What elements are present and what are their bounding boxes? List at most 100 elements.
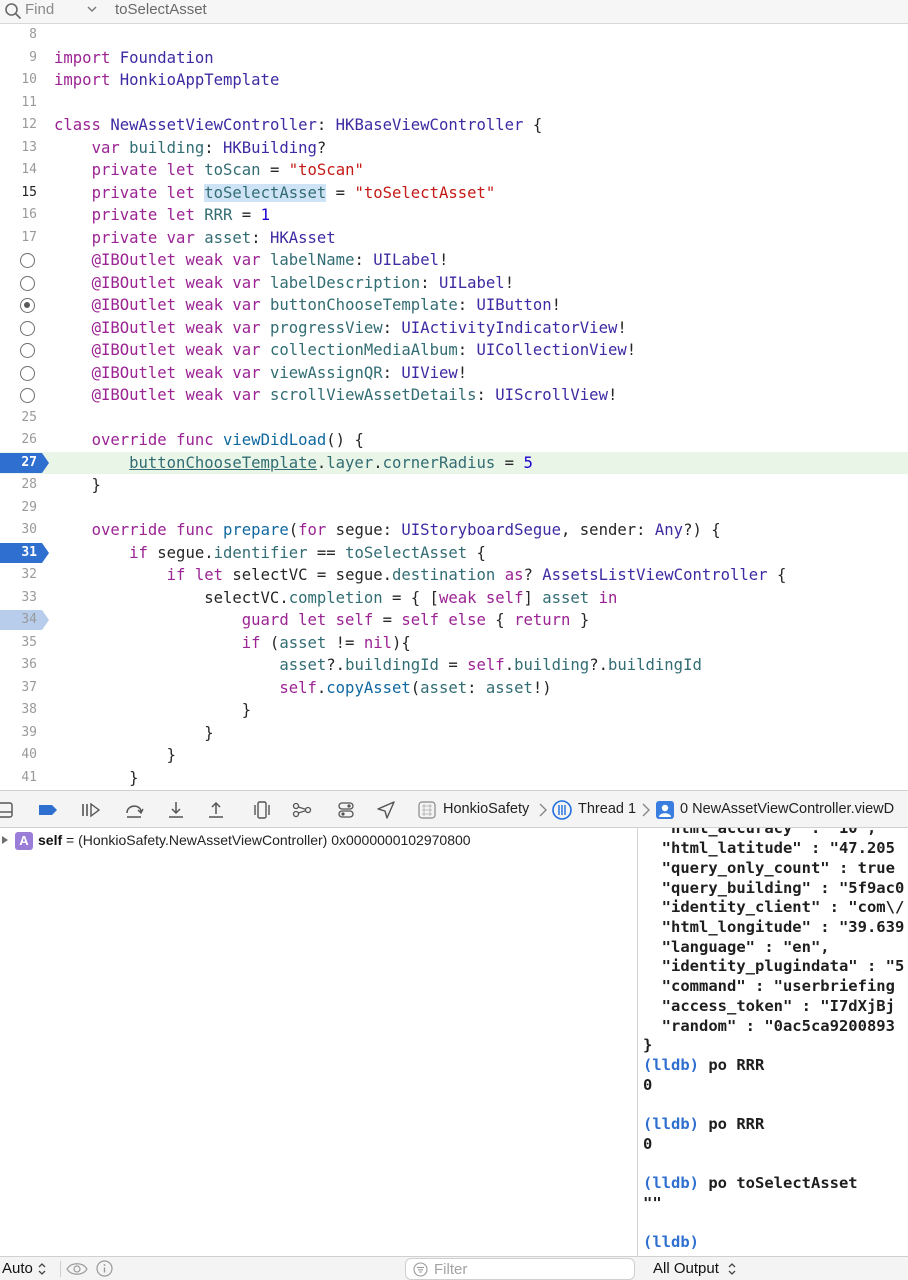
console-line: "identity_plugindata" : "5 xyxy=(643,957,905,975)
code-line[interactable]: 37 self.copyAsset(asset: asset!) xyxy=(0,677,908,700)
continue-icon[interactable] xyxy=(80,800,100,820)
code-text: private let RRR = 1 xyxy=(91,206,270,224)
outlet-connection-icon[interactable] xyxy=(20,365,35,381)
output-filter-popup[interactable]: All Output xyxy=(653,1257,719,1280)
find-mode-label[interactable]: Find xyxy=(25,0,54,20)
code-line[interactable]: 25 xyxy=(0,407,908,430)
code-text: override func viewDidLoad() { xyxy=(91,431,364,449)
breadcrumb-frame[interactable]: 0 NewAssetViewController.viewD xyxy=(680,791,894,828)
console-line: (lldb) po RRR xyxy=(643,1115,765,1133)
line-number: 11 xyxy=(21,94,37,110)
code-line[interactable]: 28 } xyxy=(0,474,908,497)
console-prompt[interactable]: (lldb) xyxy=(643,1232,699,1252)
code-line[interactable]: 14 private let toScan = "toScan" xyxy=(0,159,908,182)
outlet-connection-icon[interactable] xyxy=(20,298,35,313)
code-line[interactable]: 11 xyxy=(0,92,908,115)
disclosure-triangle-icon[interactable] xyxy=(2,836,8,844)
line-number: 33 xyxy=(21,589,37,605)
code-line[interactable]: 31 if segue.identifier == toSelectAsset … xyxy=(0,542,908,565)
code-line[interactable]: @IBOutlet weak var collectionMediaAlbum:… xyxy=(0,339,908,362)
search-icon[interactable] xyxy=(4,2,22,20)
code-text: private var asset: HKAsset xyxy=(91,228,336,247)
code-text: guard let self = self else { return } xyxy=(241,611,590,629)
code-line[interactable]: 40 } xyxy=(0,744,908,767)
chevron-down-icon[interactable] xyxy=(86,3,98,15)
hide-debug-area-icon[interactable] xyxy=(0,800,20,820)
code-text: @IBOutlet weak var labelName: UILabel! xyxy=(91,251,449,269)
breadcrumb-target[interactable]: HonkioSafety xyxy=(443,791,529,828)
console-line: "html_accuracy" : "10", xyxy=(643,828,877,837)
breakpoints-active-icon[interactable] xyxy=(38,800,58,820)
code-line[interactable]: 17 private var asset: HKAsset xyxy=(0,227,908,250)
code-text: import HonkioAppTemplate xyxy=(54,71,280,89)
code-text: var building: HKBuilding? xyxy=(91,138,327,157)
code-line[interactable]: @IBOutlet weak var scrollViewAssetDetail… xyxy=(0,384,908,407)
code-line[interactable]: 36 asset?.buildingId = self.building?.bu… xyxy=(0,654,908,677)
step-into-icon[interactable] xyxy=(166,800,186,820)
code-line[interactable]: 41 } xyxy=(0,767,908,790)
up-down-chevron-icon[interactable] xyxy=(37,1262,47,1276)
memory-graph-icon[interactable] xyxy=(292,800,312,820)
code-line[interactable]: 29 xyxy=(0,497,908,520)
code-line[interactable]: 13 var building: HKBuilding? xyxy=(0,137,908,160)
outlet-connection-icon[interactable] xyxy=(20,320,35,336)
find-bar: Find toSelectAsset xyxy=(0,0,908,24)
code-editor[interactable]: 8 9 import Foundation 10 import HonkioAp… xyxy=(0,24,908,790)
outlet-connection-icon[interactable] xyxy=(20,275,35,291)
breadcrumb-thread[interactable]: Thread 1 xyxy=(578,791,636,828)
code-line[interactable]: @IBOutlet weak var progressView: UIActiv… xyxy=(0,317,908,340)
code-line[interactable]: 30 override func prepare(for segue: UISt… xyxy=(0,519,908,542)
code-line[interactable]: 38 } xyxy=(0,699,908,722)
code-line[interactable]: 39 } xyxy=(0,722,908,745)
console-line: "html_longitude" : "39.639 xyxy=(643,918,905,936)
outlet-connection-icon[interactable] xyxy=(20,253,35,268)
find-input[interactable]: toSelectAsset xyxy=(115,0,207,20)
code-line-executing[interactable]: 27 buttonChooseTemplate.layer.cornerRadi… xyxy=(0,451,908,474)
code-line[interactable]: 35 if (asset != nil){ xyxy=(0,632,908,655)
eye-icon[interactable] xyxy=(66,1261,88,1277)
code-line[interactable]: @IBOutlet weak var buttonChooseTemplate:… xyxy=(0,294,908,317)
line-number: 14 xyxy=(21,162,37,177)
line-number: 13 xyxy=(21,139,37,155)
app-target-icon xyxy=(418,801,436,819)
code-line[interactable]: 8 xyxy=(0,24,908,47)
line-number: 39 xyxy=(21,724,37,740)
step-over-icon[interactable] xyxy=(124,800,144,820)
code-line[interactable]: @IBOutlet weak var viewAssignQR: UIView! xyxy=(0,362,908,385)
code-line[interactable]: 34 guard let self = self else { return } xyxy=(0,609,908,632)
code-line[interactable]: @IBOutlet weak var labelDescription: UIL… xyxy=(0,272,908,295)
info-icon[interactable] xyxy=(96,1260,113,1277)
code-text: if segue.identifier == toSelectAsset { xyxy=(129,543,486,562)
line-number: 16 xyxy=(21,207,37,222)
simulate-location-icon[interactable] xyxy=(376,800,396,820)
line-number: 38 xyxy=(21,702,37,717)
console-line: "access_token" : "I7dXjBj xyxy=(643,997,895,1015)
console-line: 0 xyxy=(643,1076,653,1094)
code-line[interactable]: 32 if let selectVC = segue.destination a… xyxy=(0,564,908,587)
code-line[interactable]: 12 class NewAssetViewController: HKBaseV… xyxy=(0,114,908,137)
view-hierarchy-icon[interactable] xyxy=(252,800,272,820)
filter-field[interactable]: Filter xyxy=(405,1258,635,1280)
code-line-current[interactable]: 15 private let toSelectAsset = "toSelect… xyxy=(0,182,908,205)
step-out-icon[interactable] xyxy=(206,800,226,820)
toolbar-divider xyxy=(60,1261,61,1277)
console-output[interactable]: "html_accuracy" : "10", "html_latitude" … xyxy=(639,828,908,1256)
line-number: 25 xyxy=(21,409,37,425)
debug-toolbar: HonkioSafety Thread 1 0 NewAssetViewCont… xyxy=(0,790,908,828)
code-line[interactable]: 10 import HonkioAppTemplate xyxy=(0,69,908,92)
code-text: @IBOutlet weak var scrollViewAssetDetail… xyxy=(91,386,618,404)
console-line: "identity_client" : "com\/ xyxy=(643,898,905,916)
code-line[interactable]: 9 import Foundation xyxy=(0,47,908,70)
outlet-connection-icon[interactable] xyxy=(20,388,35,403)
variables-scope-popup[interactable]: Auto xyxy=(2,1257,33,1280)
variables-view[interactable]: A self = (HonkioSafety.NewAssetViewContr… xyxy=(0,828,638,1256)
user-frame-icon xyxy=(656,801,674,819)
code-line[interactable]: 26 override func viewDidLoad() { xyxy=(0,429,908,452)
code-line[interactable]: 33 selectVC.completion = { [weak self] a… xyxy=(0,587,908,610)
code-line[interactable]: 16 private let RRR = 1 xyxy=(0,204,908,227)
line-number: 41 xyxy=(21,769,37,785)
outlet-connection-icon[interactable] xyxy=(20,343,35,358)
up-down-chevron-icon[interactable] xyxy=(727,1262,737,1276)
environment-overrides-icon[interactable] xyxy=(336,800,356,820)
code-line[interactable]: @IBOutlet weak var labelName: UILabel! xyxy=(0,249,908,272)
